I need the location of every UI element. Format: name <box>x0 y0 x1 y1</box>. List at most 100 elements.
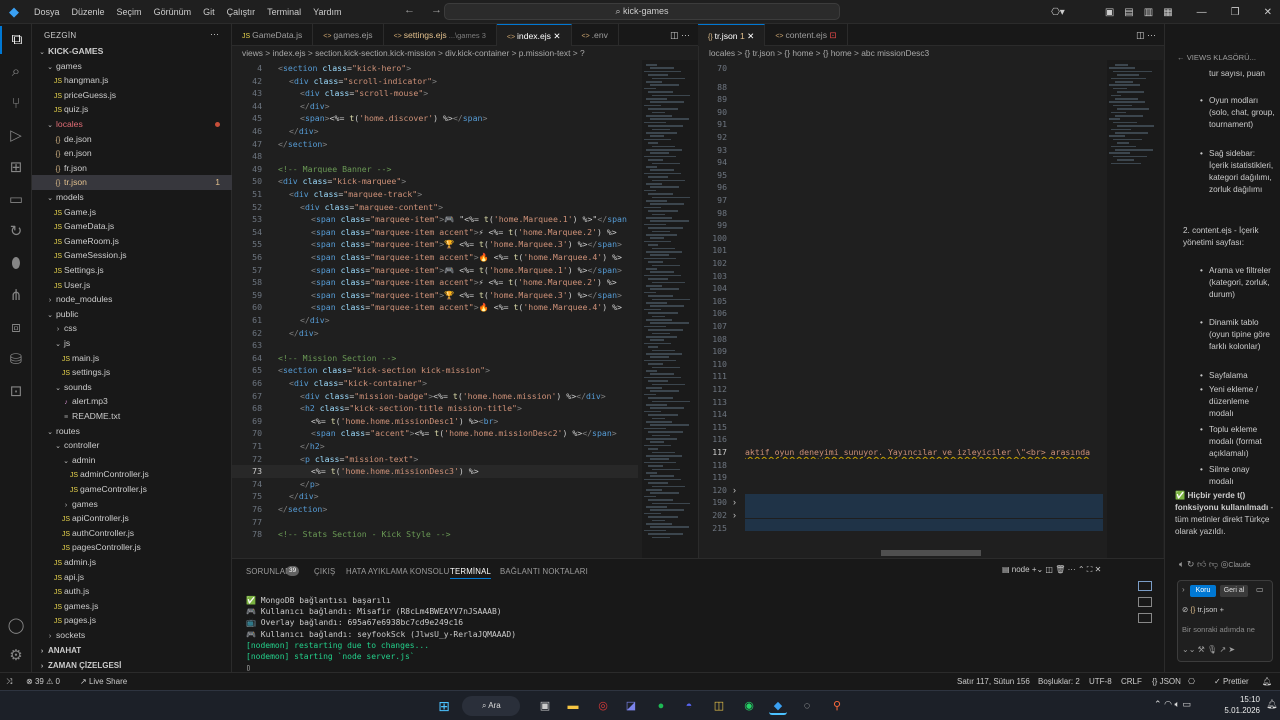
panel-tab[interactable]: TERMİNAL <box>450 567 492 579</box>
tree-item[interactable]: JS settings.js <box>32 365 232 380</box>
forward-icon[interactable]: → <box>431 4 442 16</box>
menu-item-4[interactable]: Git <box>197 0 221 24</box>
copilot-status-icon[interactable]: ⎔ <box>1188 673 1195 690</box>
chevron-up-icon[interactable]: ⌃ <box>1078 565 1085 574</box>
code-line[interactable]: <div class="scroll-indicator"> <box>289 75 437 88</box>
back-icon[interactable]: ← <box>404 4 415 16</box>
tree-item[interactable]: ⌄ models <box>32 190 232 205</box>
cursor-position[interactable]: Satır 117, Sütun 156 <box>957 673 1030 690</box>
editor-tab[interactable]: <> games.ejs <box>313 24 384 46</box>
more-actions-icon[interactable]: ··· <box>1147 30 1156 40</box>
current-line-text[interactable]: aktif oyun deneyimi sunuyor. Yayıncılar … <box>745 446 1103 459</box>
menu-item-3[interactable]: Görünüm <box>148 0 198 24</box>
code-line[interactable]: <%= t('home.home.missionDesc1') %><br> <box>311 415 498 428</box>
layout-sidebar-left-icon[interactable]: ▣ <box>1105 7 1114 18</box>
terminal-instance-icon[interactable] <box>1138 597 1152 607</box>
copilot-icon[interactable]: ⎔▾ <box>1051 7 1065 18</box>
tree-item[interactable]: JS pages.js <box>32 613 232 628</box>
tree-item[interactable]: ≡ README.txt <box>32 409 232 424</box>
tree-item[interactable]: ⌄ controller <box>32 438 232 453</box>
code-line[interactable]: <div class="kick-marquee"> <box>278 175 406 188</box>
code-line[interactable]: </div> <box>289 327 319 340</box>
editor-tab[interactable]: <> settings.ejs ...\games 3 <box>384 24 497 46</box>
editor-right[interactable]: locales > {} tr.json > {} home > {} home… <box>698 46 1164 558</box>
line-ending[interactable]: CRLF <box>1121 673 1142 690</box>
code-line[interactable]: <!-- Marquee Banner --> <box>278 163 391 176</box>
database-icon[interactable]: ⛁ <box>0 346 32 374</box>
context-file[interactable]: ⊘ {} tr.json + <box>1182 605 1224 614</box>
problems-indicator[interactable]: ⊗ 39 ⚠ 0 <box>26 673 60 690</box>
code-line[interactable]: </div> <box>289 125 319 138</box>
close-tab-icon[interactable]: ✕ <box>745 31 754 41</box>
tree-item[interactable]: JS GameRoom.js <box>32 234 232 249</box>
vscode-taskbar-icon[interactable]: ◆ <box>769 697 787 715</box>
code-line[interactable]: <span class="marquee-item">🎮 "<%= t('hom… <box>311 213 627 226</box>
close-icon[interactable]: ✕ <box>1264 7 1272 18</box>
containers-icon[interactable]: ⧈ <box>0 314 32 342</box>
trash-icon[interactable]: 🗑︎ <box>1055 565 1065 574</box>
tree-item[interactable]: JS Settings.js <box>32 263 232 278</box>
code-line[interactable]: <div class="kick-container"> <box>289 377 427 390</box>
notifications-icon[interactable]: 🔔︎ <box>1262 673 1272 690</box>
chevron-up-icon[interactable]: ⌃ <box>1154 699 1162 709</box>
notification-center-icon[interactable]: 🔔︎ <box>1266 699 1277 710</box>
menu-item-1[interactable]: Düzenle <box>66 0 111 24</box>
chat-icon[interactable]: ⊡ <box>0 378 32 406</box>
outline-section[interactable]: › ANAHAT <box>32 644 232 659</box>
tree-item[interactable]: ⌄ games <box>32 59 232 74</box>
code-line[interactable]: <!-- Stats Section - Kick Style --> <box>278 528 451 541</box>
tree-item[interactable]: {} fr.json <box>32 161 232 176</box>
settings-gear-icon[interactable]: ⚙ <box>0 642 32 670</box>
tree-item[interactable]: ⌄ public <box>32 307 232 322</box>
tree-item[interactable]: JS adminController.js <box>32 467 232 482</box>
taskbar-search[interactable]: ⌕ Ara <box>462 696 520 716</box>
more-actions-icon[interactable]: ··· <box>210 29 219 39</box>
fold-chevron-icon[interactable]: › <box>733 484 736 497</box>
undo-button[interactable]: Geri al <box>1220 585 1248 597</box>
keep-button[interactable]: Koru <box>1190 585 1216 597</box>
task-view-icon[interactable]: ▣ <box>536 697 554 715</box>
explorer-icon[interactable]: ⧉ <box>0 26 32 54</box>
whatsapp-icon[interactable]: ◉ <box>740 697 758 715</box>
code-line[interactable]: <div class="mission-badge"><%= t('home.h… <box>300 390 606 403</box>
search-icon[interactable]: ⌕ <box>0 58 32 86</box>
editor-tab[interactable]: <> .env <box>572 24 619 46</box>
layout-sidebar-right-icon[interactable]: ▥ <box>1144 7 1153 18</box>
language-mode[interactable]: {} JSON <box>1152 673 1181 690</box>
speaker-icon[interactable]: 🔈︎ <box>1179 559 1184 569</box>
code-line[interactable]: <div class="scroll-mouse"> <box>300 87 428 100</box>
tree-item[interactable]: ⌄ sounds <box>32 380 232 395</box>
command-center-search[interactable]: ⌕ kick-games <box>444 3 840 20</box>
code-line[interactable]: <span class="marquee-item accent">⚡ <%= … <box>311 226 617 239</box>
editor-tab[interactable]: {} tr.json 1 ✕ <box>698 24 766 46</box>
menu-item-7[interactable]: Yardım <box>307 0 347 24</box>
code-line[interactable]: <h2 class="kick-section-title mission-ti… <box>300 402 522 415</box>
obs-icon[interactable]: ◌ <box>798 697 816 715</box>
send-alt-icon[interactable]: ↗ <box>1219 645 1226 654</box>
menu-item-2[interactable]: Seçim <box>111 0 148 24</box>
tree-item[interactable]: JS Game.js <box>32 205 232 220</box>
extensions-icon[interactable]: ⊞ <box>0 154 32 182</box>
tree-item[interactable]: {} de.json <box>32 132 232 147</box>
chevron-icon[interactable]: › <box>1182 585 1185 594</box>
discord-icon[interactable]: ◓ <box>680 697 698 715</box>
code-line[interactable]: </div> <box>300 100 330 113</box>
tree-item[interactable]: ⌄ routes <box>32 424 232 439</box>
minimap[interactable] <box>642 60 698 558</box>
remote-icon[interactable]: ⤨ <box>6 673 12 690</box>
menu-item-0[interactable]: Dosya <box>28 0 66 24</box>
tree-item[interactable]: ⌄ locales <box>32 117 232 132</box>
maximize-panel-icon[interactable]: ⛶ <box>1087 565 1093 574</box>
code-line[interactable]: <span class="marquee-item">🎮 <%= t('home… <box>311 264 622 277</box>
breadcrumb[interactable]: locales > {} tr.json > {} home > {} home… <box>699 46 1164 60</box>
teams-icon[interactable]: ◪ <box>622 697 640 715</box>
tree-item[interactable]: JS priceGuess.js <box>32 88 232 103</box>
editor-left[interactable]: views > index.ejs > section.kick-section… <box>232 46 698 558</box>
tree-item[interactable]: JS pagesController.js <box>32 540 232 555</box>
tree-item[interactable]: JS gameController.js <box>32 482 232 497</box>
tree-item[interactable]: JS api.js <box>32 570 232 585</box>
tree-item[interactable]: JS apiController.js <box>32 511 232 526</box>
breadcrumb[interactable]: views > index.ejs > section.kick-section… <box>232 46 698 60</box>
close-panel-icon[interactable]: ✕ <box>1095 565 1102 574</box>
tree-item[interactable]: JS games.js <box>32 599 232 614</box>
